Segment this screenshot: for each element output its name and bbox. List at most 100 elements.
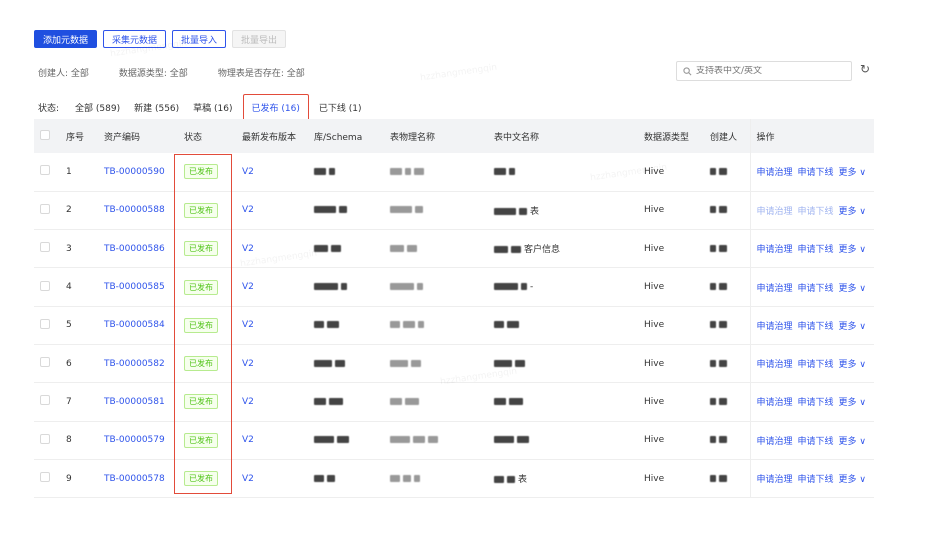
search-box[interactable]	[676, 61, 852, 81]
table-row[interactable]: 7 TB-00000581 已发布 V2 Hive 申请治理 申请下线 更多 ∨	[34, 382, 874, 422]
asset-code-link[interactable]: TB-00000582	[98, 344, 178, 382]
tab-offline[interactable]: 已下线 (1)	[319, 101, 362, 114]
version-link[interactable]: V2	[236, 306, 308, 344]
more-dropdown[interactable]: 更多 ∨	[839, 360, 866, 370]
table-row[interactable]: 2 TB-00000588 已发布 V2 表 Hive 申请治理 申请下线 更多 ∨	[34, 191, 874, 230]
apply-governance-link[interactable]: 申请治理	[757, 207, 793, 217]
tab-new[interactable]: 新建 (556)	[134, 101, 179, 114]
apply-offline-link[interactable]: 申请下线	[798, 360, 834, 370]
row-checkbox[interactable]	[40, 357, 50, 368]
redacted-text	[390, 244, 404, 252]
apply-offline-link[interactable]: 申请下线	[798, 284, 834, 294]
asset-code-link[interactable]: TB-00000585	[98, 268, 178, 306]
schema-cell	[308, 153, 384, 191]
table-row[interactable]: 4 TB-00000585 已发布 V2 - Hive 申请治理 申请下线 更多 ∨	[34, 267, 874, 307]
version-link[interactable]: V2	[236, 383, 308, 421]
row-checkbox[interactable]	[40, 280, 50, 291]
row-checkbox[interactable]	[40, 203, 50, 214]
more-dropdown[interactable]: 更多 ∨	[839, 398, 866, 408]
cn-name-text: 表	[518, 475, 528, 486]
batch-export-button[interactable]: 批量导出	[232, 30, 287, 48]
asset-code-link[interactable]: TB-00000581	[98, 383, 178, 421]
apply-governance-link[interactable]: 申请治理	[757, 284, 793, 294]
asset-code-link[interactable]: TB-00000584	[98, 306, 178, 344]
table-row[interactable]: 5 TB-00000584 已发布 V2 Hive 申请治理 申请下线 更多 ∨	[34, 306, 874, 345]
apply-offline-link[interactable]: 申请下线	[798, 168, 834, 178]
redacted-text	[719, 359, 727, 367]
row-checkbox[interactable]	[40, 165, 50, 176]
version-link[interactable]: V2	[236, 153, 308, 191]
redacted-text	[390, 206, 412, 214]
apply-governance-link[interactable]: 申请治理	[757, 475, 793, 485]
apply-governance-link[interactable]: 申请治理	[757, 398, 793, 408]
physical-exists-filter[interactable]: 物理表是否存在: 全部	[218, 66, 305, 79]
version-link[interactable]: V2	[236, 344, 308, 382]
more-dropdown[interactable]: 更多 ∨	[839, 245, 866, 255]
apply-governance-link[interactable]: 申请治理	[757, 360, 793, 370]
tab-published[interactable]: 已发布 (16)	[242, 94, 309, 121]
redacted-text	[407, 244, 417, 252]
apply-offline-link[interactable]: 申请下线	[798, 475, 834, 485]
schema-cell	[308, 459, 384, 497]
redacted-text	[710, 359, 716, 367]
table-row[interactable]: 6 TB-00000582 已发布 V2 Hive 申请治理 申请下线 更多 ∨	[34, 344, 874, 383]
toolbar: 添加元数据 采集元数据 批量导入 批量导出	[34, 30, 287, 48]
apply-governance-link[interactable]: 申请治理	[757, 245, 793, 255]
apply-offline-link[interactable]: 申请下线	[798, 437, 834, 447]
more-dropdown[interactable]: 更多 ∨	[839, 475, 866, 485]
apply-offline-link[interactable]: 申请下线	[798, 398, 834, 408]
row-checkbox[interactable]	[40, 433, 50, 444]
apply-governance-link[interactable]: 申请治理	[757, 437, 793, 447]
redacted-text	[509, 167, 515, 175]
redacted-text	[405, 167, 411, 175]
row-checkbox[interactable]	[40, 242, 50, 253]
add-metadata-button[interactable]: 添加元数据	[34, 30, 98, 48]
source-type-cell: Hive	[644, 473, 665, 484]
apply-offline-link[interactable]: 申请下线	[798, 322, 834, 332]
search-input[interactable]	[696, 66, 846, 76]
asset-code-link[interactable]: TB-00000586	[98, 230, 178, 268]
tab-draft[interactable]: 草稿 (16)	[193, 101, 232, 114]
version-link[interactable]: V2	[236, 268, 308, 306]
operations-cell: 申请治理 申请下线 更多 ∨	[749, 191, 874, 230]
more-dropdown[interactable]: 更多 ∨	[839, 437, 866, 447]
creator-cell	[704, 230, 750, 268]
more-dropdown[interactable]: 更多 ∨	[839, 168, 866, 178]
asset-code-link[interactable]: TB-00000588	[98, 191, 178, 229]
tab-all[interactable]: 全部 (589)	[75, 101, 120, 114]
apply-governance-link[interactable]: 申请治理	[757, 168, 793, 178]
select-all-checkbox[interactable]	[40, 129, 50, 140]
apply-governance-link[interactable]: 申请治理	[757, 322, 793, 332]
version-link[interactable]: V2	[236, 191, 308, 229]
more-dropdown[interactable]: 更多 ∨	[839, 322, 866, 332]
apply-offline-link[interactable]: 申请下线	[798, 207, 834, 217]
refresh-icon[interactable]: ↻	[860, 62, 870, 76]
table-row[interactable]: 9 TB-00000578 已发布 V2 表 Hive 申请治理 申请下线 更多 ∨	[34, 459, 874, 498]
table-row[interactable]: 1 TB-00000590 已发布 V2 Hive 申请治理 申请下线 更多 ∨	[34, 153, 874, 192]
row-checkbox[interactable]	[40, 472, 50, 483]
table-row[interactable]: 8 TB-00000579 已发布 V2 Hive 申请治理 申请下线 更多 ∨	[34, 421, 874, 460]
more-dropdown[interactable]: 更多 ∨	[839, 207, 866, 217]
row-checkbox[interactable]	[40, 318, 50, 329]
table-row[interactable]: 3 TB-00000586 已发布 V2 客户信息 Hive 申请治理 申请下线更…	[34, 229, 874, 268]
apply-offline-link[interactable]: 申请下线	[798, 245, 834, 255]
asset-code-link[interactable]: TB-00000578	[98, 459, 178, 497]
redacted-text	[327, 474, 335, 482]
collect-metadata-button[interactable]: 采集元数据	[103, 30, 167, 48]
cn-name-cell: 表	[488, 191, 638, 229]
version-link[interactable]: V2	[236, 230, 308, 268]
asset-code-link[interactable]: TB-00000579	[98, 421, 178, 459]
cn-name-cell: -	[488, 268, 638, 306]
row-no: 9	[66, 473, 72, 484]
asset-code-link[interactable]: TB-00000590	[98, 153, 178, 191]
row-checkbox[interactable]	[40, 395, 50, 406]
more-dropdown[interactable]: 更多 ∨	[839, 284, 866, 294]
creator-filter[interactable]: 创建人: 全部	[38, 66, 89, 79]
source-type-filter[interactable]: 数据源类型: 全部	[119, 66, 188, 79]
redacted-text	[494, 246, 508, 254]
batch-import-button[interactable]: 批量导入	[172, 30, 227, 48]
version-link[interactable]: V2	[236, 459, 308, 497]
col-cn-name: 表中文名称	[494, 132, 540, 143]
version-link[interactable]: V2	[236, 421, 308, 459]
row-no: 8	[66, 435, 72, 446]
